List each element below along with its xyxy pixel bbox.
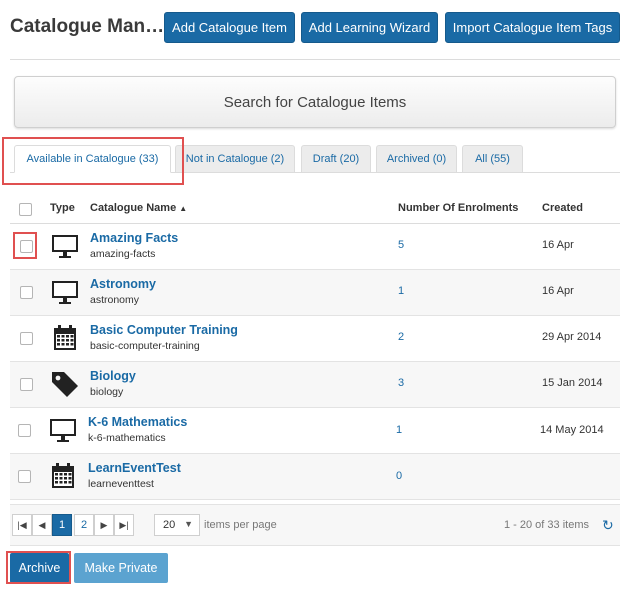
column-header-type: Type <box>50 202 75 214</box>
monitor-icon <box>50 419 76 442</box>
enrolments-count-link[interactable]: 2 <box>398 331 404 343</box>
monitor-icon <box>52 281 78 304</box>
catalogue-item-link[interactable]: K-6 Mathematics <box>88 415 187 429</box>
next-page-button[interactable]: ▶ <box>94 514 114 536</box>
tab-not-in-catalogue[interactable]: Not in Catalogue (2) <box>175 145 295 173</box>
add-catalogue-item-button[interactable]: Add Catalogue Item <box>164 12 295 43</box>
column-header-enrolments[interactable]: Number Of Enrolments <box>398 202 518 214</box>
table-row[interactable]: Basic Computer Training basic-computer-t… <box>10 316 620 362</box>
tab-archived[interactable]: Archived (0) <box>376 145 457 173</box>
page-title: Catalogue Man… <box>10 16 165 37</box>
row-checkbox[interactable] <box>20 240 33 253</box>
page-2-button[interactable]: 2 <box>74 514 94 536</box>
enrolments-count-link[interactable]: 5 <box>398 239 404 251</box>
select-all-checkbox[interactable] <box>19 203 32 216</box>
catalogue-item-code: learneventtest <box>88 478 154 490</box>
chevron-down-icon: ▼ <box>184 519 193 529</box>
row-checkbox[interactable] <box>20 286 33 299</box>
row-checkbox[interactable] <box>18 470 31 483</box>
catalogue-item-code: astronomy <box>90 294 140 306</box>
add-learning-wizard-button[interactable]: Add Learning Wizard <box>301 12 438 43</box>
catalogue-item-link[interactable]: Biology <box>90 369 136 383</box>
items-per-page-label: items per page <box>204 519 277 531</box>
table-header: Type Catalogue Name ▲ Number Of Enrolmen… <box>10 194 620 224</box>
catalogue-item-link[interactable]: LearnEventTest <box>88 461 181 475</box>
catalogue-item-link[interactable]: Amazing Facts <box>90 231 178 245</box>
make-private-button[interactable]: Make Private <box>74 553 168 583</box>
enrolments-count-link[interactable]: 1 <box>396 424 402 436</box>
page-1-button[interactable]: 1 <box>52 514 72 536</box>
enrolments-count-link[interactable]: 3 <box>398 377 404 389</box>
catalogue-name-label: Catalogue Name <box>90 202 177 214</box>
monitor-icon <box>52 235 78 258</box>
refresh-icon[interactable]: ↻ <box>602 517 614 534</box>
catalogue-item-link[interactable]: Astronomy <box>90 277 156 291</box>
table-row[interactable]: K-6 Mathematics k-6-mathematics 1 14 May… <box>10 408 620 454</box>
enrolments-count-link[interactable]: 1 <box>398 285 404 297</box>
created-date: 16 Apr <box>542 285 574 297</box>
tag-icon <box>52 372 78 397</box>
created-date: 14 May 2014 <box>540 424 604 436</box>
column-header-catalogue-name[interactable]: Catalogue Name ▲ <box>90 202 187 214</box>
catalogue-item-code: basic-computer-training <box>90 340 200 352</box>
search-catalogue-items-button[interactable]: Search for Catalogue Items <box>14 76 616 128</box>
table-row[interactable]: Amazing Facts amazing-facts 5 16 Apr <box>10 224 620 270</box>
calendar-icon <box>54 325 76 350</box>
page-header: Catalogue Man… Add Catalogue Item Add Le… <box>0 0 620 60</box>
table-row[interactable]: Astronomy astronomy 1 16 Apr <box>10 270 620 316</box>
tab-all[interactable]: All (55) <box>462 145 523 173</box>
archive-button[interactable]: Archive <box>10 553 69 583</box>
last-page-button[interactable]: ▶| <box>114 514 134 536</box>
created-date: 15 Jan 2014 <box>542 377 603 389</box>
items-per-page-select[interactable]: 20 ▼ <box>154 514 200 536</box>
table-row[interactable]: LearnEventTest learneventtest 0 <box>10 454 620 500</box>
column-header-created[interactable]: Created <box>542 202 583 214</box>
enrolments-count-link[interactable]: 0 <box>396 470 402 482</box>
row-checkbox[interactable] <box>20 332 33 345</box>
created-date: 29 Apr 2014 <box>542 331 602 343</box>
tab-available-in-catalogue[interactable]: Available in Catalogue (33) <box>14 145 171 173</box>
table-row[interactable]: Biology biology 3 15 Jan 2014 <box>10 362 620 408</box>
prev-page-button[interactable]: ◀ <box>32 514 52 536</box>
header-divider <box>10 59 620 60</box>
catalogue-item-link[interactable]: Basic Computer Training <box>90 323 238 337</box>
catalogue-item-code: amazing-facts <box>90 248 156 260</box>
row-checkbox[interactable] <box>18 424 31 437</box>
catalogue-item-code: biology <box>90 386 124 398</box>
sort-ascending-icon: ▲ <box>179 204 188 213</box>
items-per-page-value: 20 <box>163 519 176 531</box>
first-page-button[interactable]: |◀ <box>12 514 32 536</box>
pagination-bar: |◀ ◀ 1 2 ▶ ▶| 20 ▼ items per page 1 - 20… <box>10 504 620 546</box>
catalogue-item-code: k-6-mathematics <box>88 432 166 444</box>
created-date: 16 Apr <box>542 239 574 251</box>
calendar-icon <box>52 463 74 488</box>
tab-draft[interactable]: Draft (20) <box>301 145 371 173</box>
row-checkbox[interactable] <box>20 378 33 391</box>
import-catalogue-item-tags-button[interactable]: Import Catalogue Item Tags <box>445 12 620 43</box>
items-range-text: 1 - 20 of 33 items <box>504 519 589 531</box>
